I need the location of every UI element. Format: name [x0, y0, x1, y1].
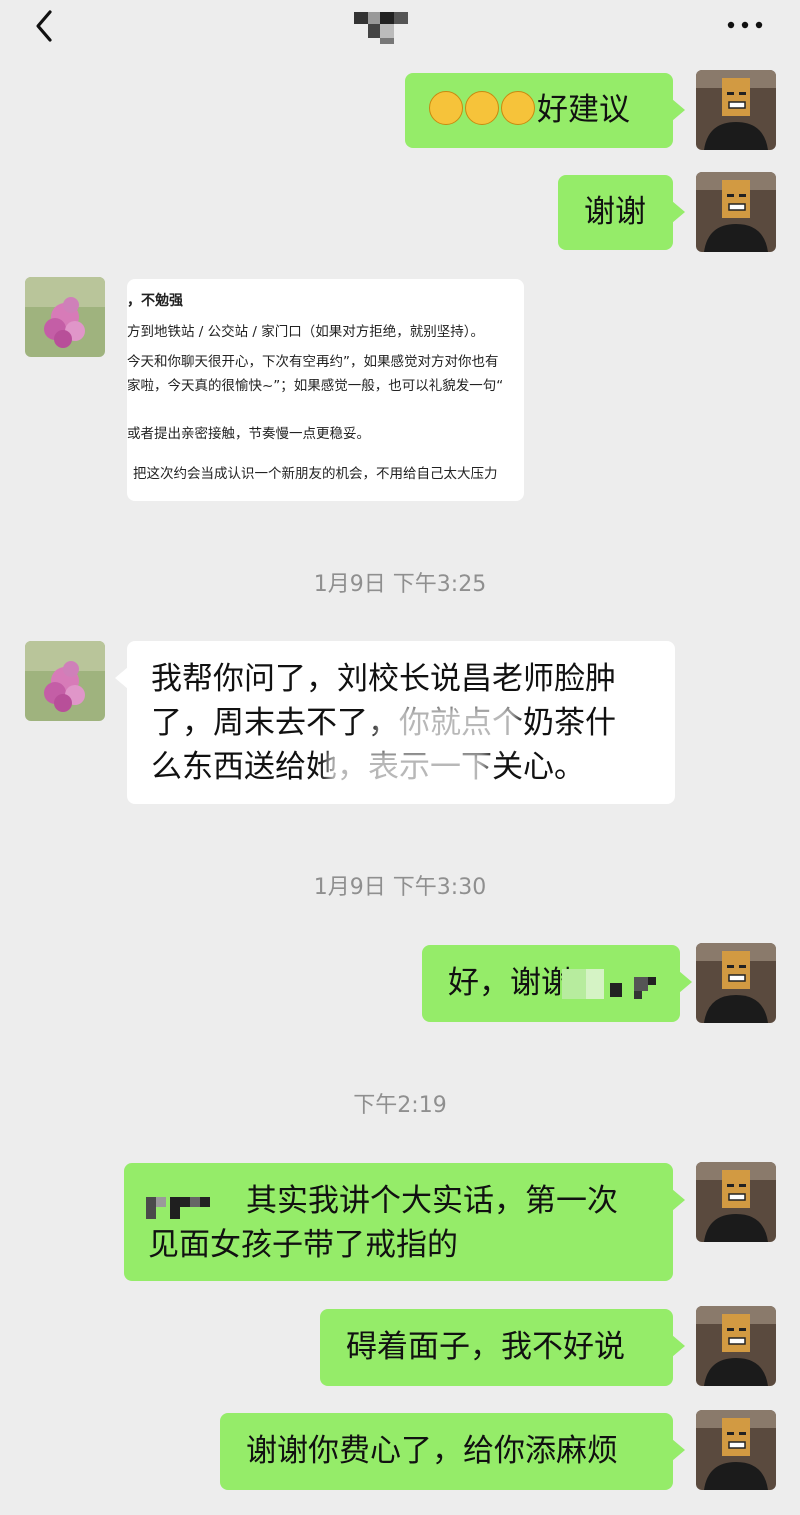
message-text: 谢谢你费心了，给你添麻烦 [246, 1433, 618, 1469]
message-text: 好建议 [537, 92, 630, 128]
grin-emoji-icon [501, 91, 535, 125]
grin-emoji-icon [465, 91, 499, 125]
my-avatar[interactable] [696, 1162, 776, 1242]
message-bubble-mine[interactable]: 碍着面子，我不好说 [320, 1309, 685, 1386]
message-text-line: 见面女孩子带了戒指的 [148, 1227, 458, 1263]
more-dots-icon[interactable] [722, 12, 768, 38]
my-avatar[interactable] [696, 1306, 776, 1386]
screenshot-text-line: 今天和你聊天很开心，下次有空再约”，如果感觉对方对你也有 [127, 354, 499, 370]
message-bubble-mine[interactable]: 谢谢你费心了，给你添麻烦 [220, 1413, 685, 1490]
redaction-mosaic [562, 963, 672, 1019]
message-text-line: 其实我讲个大实话，第一次 [246, 1183, 618, 1219]
timestamp: 下午2:19 [353, 1093, 447, 1118]
message-text: 谢谢 [584, 194, 646, 230]
shared-screenshot-card[interactable]: ，不勉强 方到地铁站 / 公交站 / 家门口（如果对方拒绝，就别坚持）。 今天和… [127, 279, 524, 501]
my-avatar[interactable] [696, 172, 776, 252]
message-bubble-contact[interactable]: 我帮你问了，刘校长说昌老师脸肿 了，周末去不了，你就点个奶茶什 么东西送给她，表… [115, 641, 675, 804]
message-bubble-mine[interactable]: 其实我讲个大实话，第一次 见面女孩子带了戒指的 [124, 1163, 685, 1281]
timestamp: 1月9日 下午3:25 [313, 572, 487, 597]
screenshot-text-line: 家啦，今天真的很愉快~”；如果感觉一般，也可以礼貌发一句“ [127, 378, 504, 394]
my-avatar[interactable] [696, 1410, 776, 1490]
message-bubble-mine[interactable]: 谢谢 [558, 175, 685, 250]
screenshot-text-line: 把这次约会当成认识一个新朋友的机会，不用给自己太大压力 [133, 466, 498, 482]
timestamp: 1月9日 下午3:30 [313, 875, 487, 900]
message-bubble-mine[interactable]: 好建议 [405, 73, 685, 148]
message-bubble-mine[interactable]: 好，谢谢 [422, 945, 692, 1022]
my-avatar[interactable] [696, 70, 776, 150]
message-text: 碍着面子，我不好说 [346, 1329, 625, 1365]
grin-emoji-icon [429, 91, 463, 125]
redaction-blur [377, 705, 517, 747]
message-text: 好，谢谢 [448, 965, 572, 1001]
contact-avatar[interactable] [25, 277, 105, 357]
chevron-left-icon[interactable] [26, 6, 66, 46]
my-avatar[interactable] [696, 943, 776, 1023]
top-bar [0, 0, 800, 56]
contact-name-mosaic [352, 8, 412, 46]
screenshot-text-line: 方到地铁站 / 公交站 / 家门口（如果对方拒绝，就别坚持）。 [127, 324, 485, 340]
screenshot-text-line: ，不勉强 [127, 293, 183, 309]
message-text-line: 我帮你问了，刘校长说昌老师脸肿 [151, 661, 616, 697]
redaction-blur [327, 751, 487, 791]
contact-avatar[interactable] [25, 641, 105, 721]
screenshot-text-line: 或者提出亲密接触，节奏慢一点更稳妥。 [127, 426, 370, 442]
